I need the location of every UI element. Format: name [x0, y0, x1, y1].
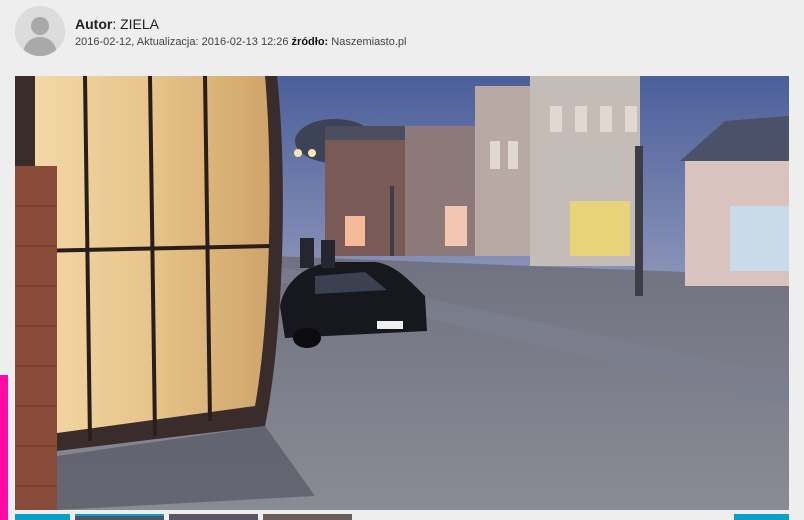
author-line: Autor: ZIELA — [75, 16, 159, 32]
thumbnail-item[interactable] — [263, 514, 352, 520]
article-card: Autor: ZIELA 2016-02-12, Aktualizacja: 2… — [0, 0, 804, 520]
author-name[interactable]: ZIELA — [120, 16, 159, 32]
street-scene-image — [15, 76, 789, 510]
author-label: Autor — [75, 16, 113, 32]
thumbnail-item[interactable] — [75, 514, 164, 520]
article-meta: 2016-02-12, Aktualizacja: 2016-02-13 12:… — [75, 36, 406, 48]
thumbnail-nav-next[interactable] — [734, 514, 789, 520]
thumbnail-strip — [15, 514, 789, 520]
updated-date: 2016-02-13 12:26 — [201, 36, 289, 48]
created-date: 2016-02-12 — [75, 36, 132, 48]
updated-label: Aktualizacja: — [136, 36, 199, 48]
thumbnail-nav-prev[interactable] — [15, 514, 70, 520]
source-name[interactable]: Naszemiasto.pl — [331, 36, 406, 48]
author-separator: : — [112, 16, 121, 32]
article-photo[interactable] — [15, 76, 789, 510]
author-avatar[interactable] — [15, 6, 65, 56]
thumbnail-item[interactable] — [169, 514, 258, 520]
source-label: źródło: — [291, 36, 329, 48]
default-user-avatar-icon — [15, 6, 65, 56]
